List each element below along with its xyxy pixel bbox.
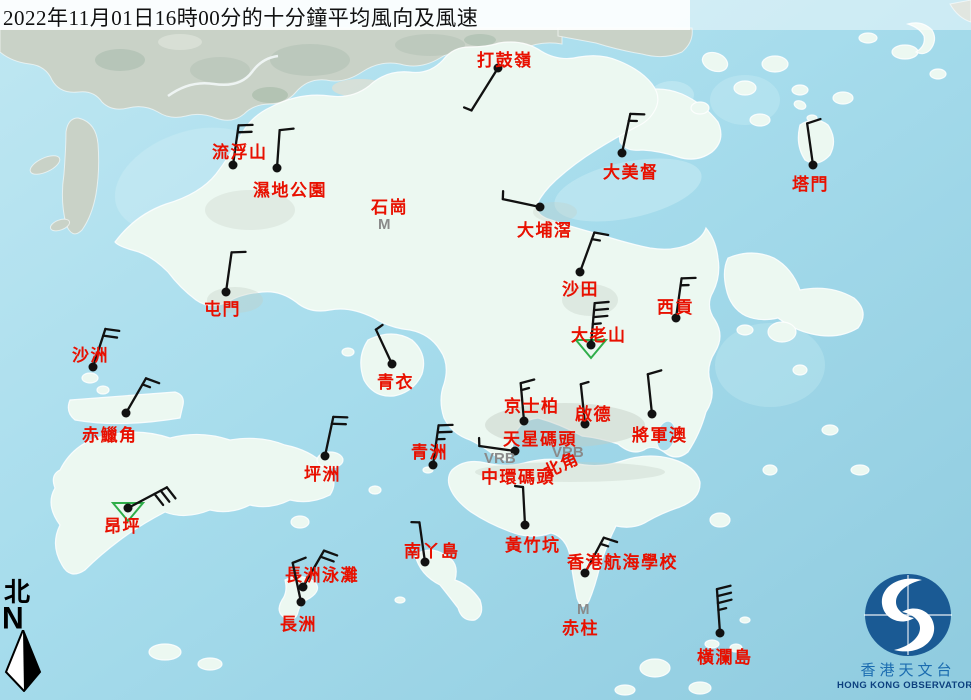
station-dot: [576, 268, 585, 277]
station-name-label: 香港航海學校: [567, 552, 678, 572]
variable-wind-label: VRB: [484, 450, 516, 467]
station-dot: [618, 149, 627, 158]
station-name-label: 赤柱: [562, 618, 599, 638]
station-name-label: 橫瀾島: [697, 647, 753, 667]
station-dot: [648, 410, 657, 419]
station-name-label: 大老山: [571, 325, 627, 345]
station-name-label: 昂坪: [104, 517, 141, 536]
station-dot: [273, 164, 282, 173]
station-name-label: 赤鱲角: [82, 425, 138, 445]
north-arrow-icon: [4, 630, 44, 692]
hko-logo-icon: [862, 572, 954, 658]
station-name-label: 沙洲: [72, 346, 109, 365]
map-title: 2022年11月01日16時00分的十分鐘平均風向及風速: [3, 2, 478, 32]
station-name-label: 西貢: [657, 298, 694, 317]
station-dot: [520, 417, 529, 426]
hong-kong-map: 打鼓嶺流浮山濕地公園大美督塔門M石崗大埔滘沙田屯門西貢沙洲大老山青衣赤鱲角京士柏…: [0, 0, 971, 700]
station-dot: [809, 161, 818, 170]
station-name-label: 將軍澳: [632, 425, 688, 445]
station-dot: [222, 288, 231, 297]
station-name-label: 大美督: [603, 162, 659, 182]
station-name-label: 長洲: [280, 615, 317, 634]
station-dot: [536, 203, 545, 212]
station-dot: [716, 629, 725, 638]
station-name-label: 啟德: [575, 404, 612, 424]
station-name-label: 石崗: [370, 198, 408, 217]
station-name-label: 打鼓嶺: [477, 50, 533, 70]
hko-logo-english: HONG KONG OBSERVATORY: [837, 680, 971, 691]
station-name-label: 黃竹坑: [504, 535, 561, 555]
title-bar-fade: [690, 0, 971, 30]
wind-map-screenshot: 打鼓嶺流浮山濕地公園大美督塔門M石崗大埔滘沙田屯門西貢沙洲大老山青衣赤鱲角京士柏…: [0, 0, 971, 700]
station-name-label: 青衣: [377, 372, 414, 392]
station-name-label: 大埔滘: [517, 220, 573, 240]
station-dot: [297, 598, 306, 607]
station-name-label: 流浮山: [212, 142, 268, 162]
station-name-label: 屯門: [204, 299, 241, 319]
station-name-label: 青洲: [411, 442, 448, 462]
station-dot: [124, 504, 133, 513]
missing-data-label: M: [378, 216, 391, 233]
station-name-label: 南丫島: [404, 541, 460, 561]
station-dot: [521, 521, 530, 530]
station-name-label: 京士柏: [504, 396, 560, 416]
hko-logo: 香港天文台 HONG KONG OBSERVATORY: [845, 572, 971, 700]
station-dot: [321, 452, 330, 461]
missing-data-label: M: [577, 601, 590, 618]
station-dot: [388, 360, 397, 369]
hko-logo-chinese: 香港天文台: [860, 659, 955, 680]
station-name-label: 塔門: [792, 174, 829, 194]
north-letter-label: N: [2, 603, 24, 635]
station-dot: [122, 409, 131, 418]
station-name-label: 坪洲: [304, 465, 341, 484]
station-name-label: 濕地公園: [253, 180, 327, 200]
north-arrow: 北 N: [2, 580, 48, 692]
station-name-label: 沙田: [562, 280, 599, 299]
